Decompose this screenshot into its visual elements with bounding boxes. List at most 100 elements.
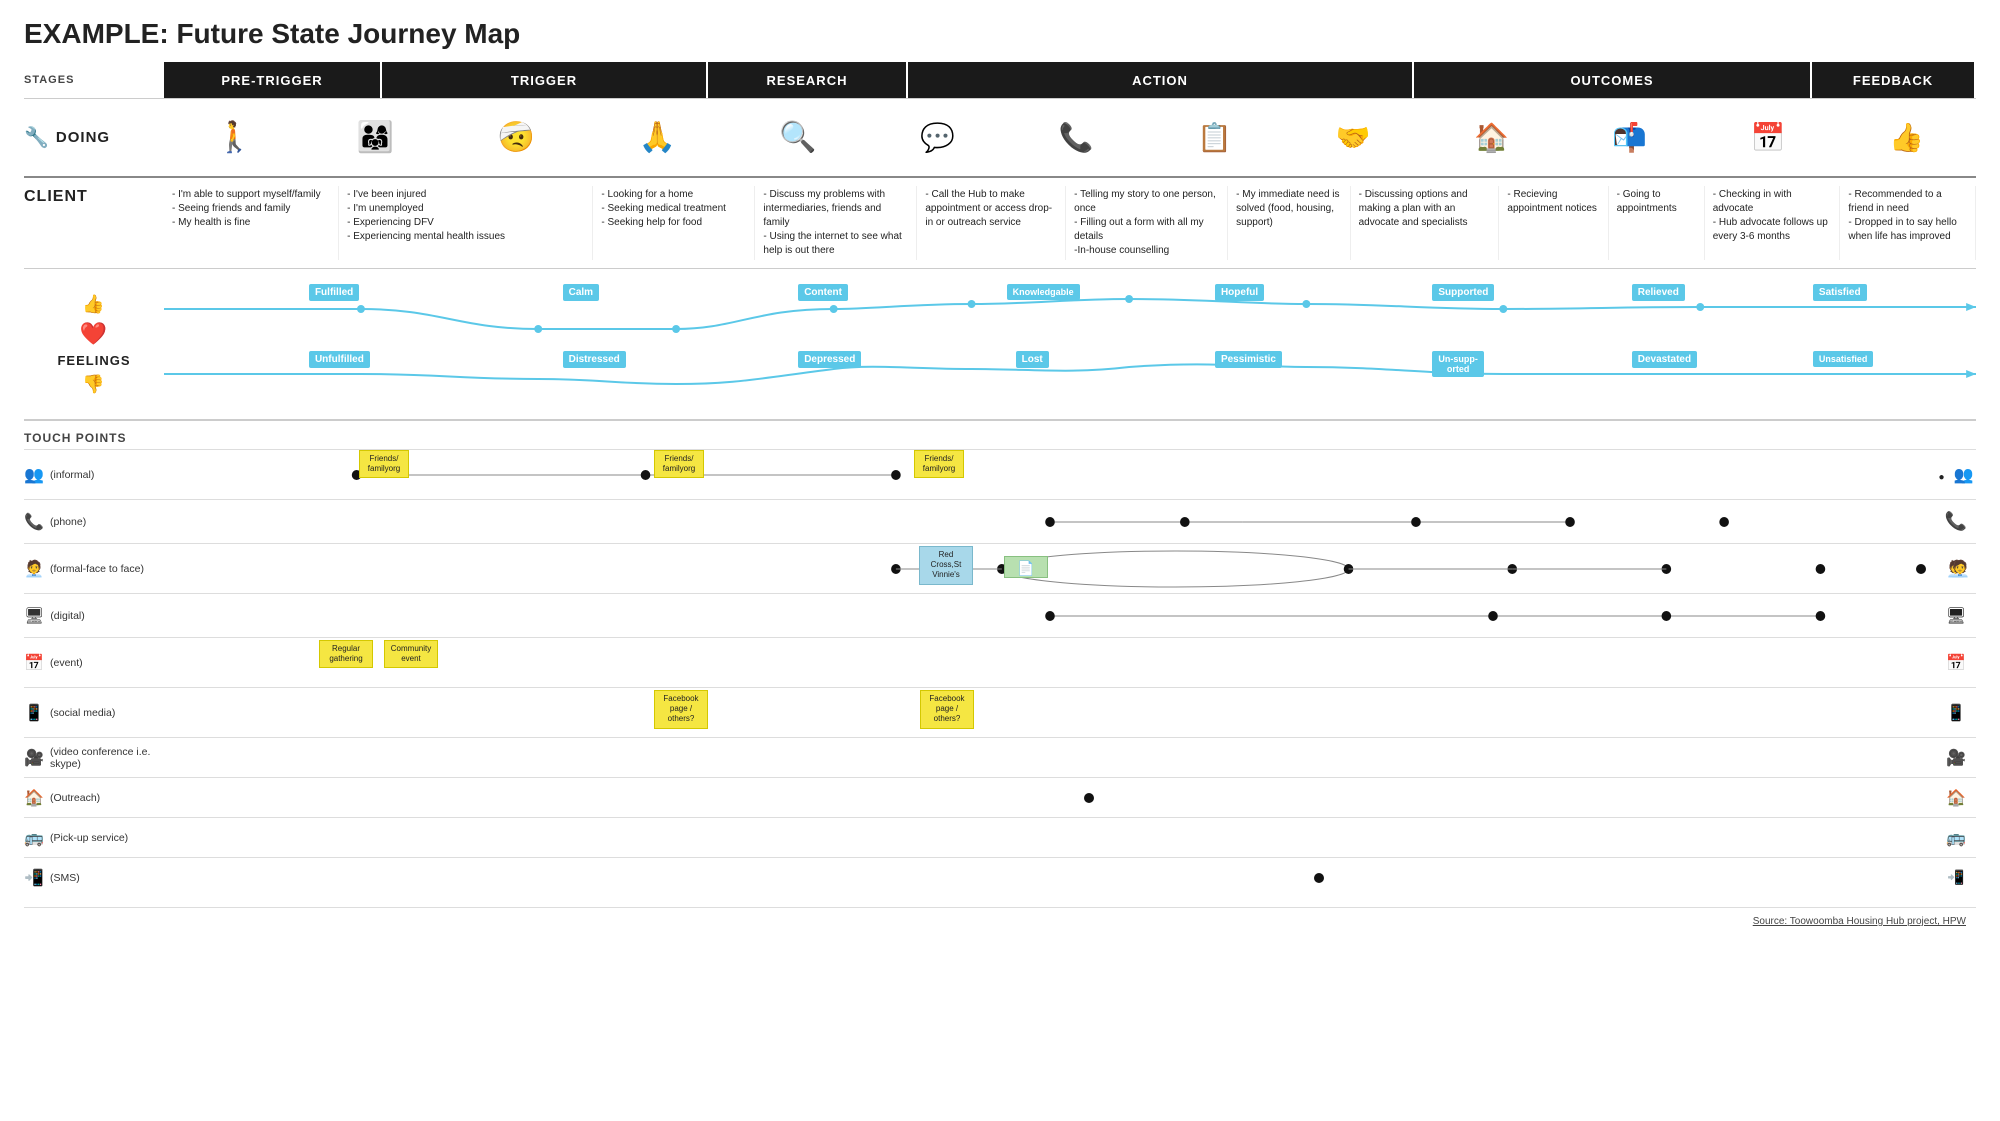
- sticky-community: Communityevent: [384, 640, 438, 669]
- client-cell-discussing: - Discussing options and making a plan w…: [1351, 186, 1500, 260]
- source-text: Source: Toowoomba Housing Hub project, H…: [1753, 916, 1966, 927]
- wrench-icon: 🔧: [24, 125, 50, 150]
- feeling-content: Content: [798, 284, 848, 301]
- pickup-right-icon: 🚌: [1936, 828, 1976, 848]
- feeling-knowledgable: Knowledgable: [1007, 284, 1080, 300]
- informal-label: 👥 (informal): [24, 461, 164, 489]
- touchpoint-event: 📅 (event) Regulargathering Communityeven…: [24, 637, 1976, 687]
- outreach-icon: 🏠: [24, 788, 44, 808]
- pickup-icon: 🚌: [24, 828, 44, 848]
- phone-right-icon: 📞: [1936, 511, 1976, 532]
- touchpoint-digital: 🖥 (digital) 🖥: [24, 593, 1976, 637]
- client-label: CLIENT: [24, 186, 164, 206]
- stage-research: RESEARCH: [708, 62, 908, 98]
- phone-text: (phone): [50, 516, 86, 528]
- client-cell-pre-trigger: - I'm able to support myself/family - Se…: [164, 186, 339, 260]
- client-cell-checkin: - Checking in with advocate - Hub advoca…: [1705, 186, 1841, 260]
- sticky-regular: Regulargathering: [319, 640, 373, 669]
- event-area: Regulargathering Communityevent: [164, 638, 1936, 688]
- formal-text: (formal-face to face): [50, 563, 144, 575]
- sticky-friends1: Friends/familyorg: [359, 450, 409, 479]
- video-icon: 🎥: [24, 748, 44, 768]
- digital-text: (digital): [50, 610, 84, 622]
- touchpoint-sms: 📲 (SMS) 📲: [24, 857, 1976, 897]
- video-text: (video conference i.e. skype): [50, 746, 164, 770]
- feeling-unfulfilled: Unfulfilled: [309, 351, 370, 368]
- digital-svg: [164, 594, 1936, 638]
- event-right-icon: 📅: [1936, 653, 1976, 673]
- outreach-label: 🏠 (Outreach): [24, 784, 164, 812]
- feeling-devastated: Devastated: [1632, 351, 1697, 368]
- video-right-icon: 🎥: [1936, 748, 1976, 768]
- doing-icons: 🚶 👨‍👩‍👧 🤕 🙏 🔍 💬 📞 📋 🤝 🏠 📬 📅 👍: [164, 120, 1976, 155]
- touchpoint-pickup: 🚌 (Pick-up service) 🚌: [24, 817, 1976, 857]
- feeling-distressed: Distressed: [563, 351, 626, 368]
- client-cell-receiving: - Recieving appointment notices: [1499, 186, 1608, 260]
- pickup-text: (Pick-up service): [50, 832, 128, 844]
- touchpoints-title: TOUCH POINTS: [24, 425, 1976, 449]
- feeling-satisfied: Satisfied: [1813, 284, 1867, 301]
- sticky-fb2: Facebookpage /others?: [920, 690, 974, 729]
- page-title: EXAMPLE: Future State Journey Map: [24, 18, 1976, 50]
- phone-area: [164, 500, 1936, 544]
- digital-area: [164, 594, 1936, 638]
- client-cell-recommended: - Recommended to a friend in need - Drop…: [1840, 186, 1976, 260]
- touchpoint-outreach: 🏠 (Outreach) 🏠: [24, 777, 1976, 817]
- stage-pre-trigger: PRE-TRIGGER: [164, 62, 382, 98]
- feeling-fulfilled: Fulfilled: [309, 284, 359, 301]
- doing-label: 🔧 DOING: [24, 125, 164, 150]
- stage-feedback: FEEDBACK: [1812, 62, 1976, 98]
- sticky-friends2: Friends/familyorg: [654, 450, 704, 479]
- informal-text: (informal): [50, 469, 94, 481]
- phone-svg: [164, 500, 1936, 544]
- phone-icon: 📞: [24, 512, 44, 532]
- house-check-icon: 🏠: [1474, 121, 1509, 154]
- informal-area: Friends/familyorg Friends/familyorg Frie…: [164, 450, 1936, 500]
- outreach-text: (Outreach): [50, 792, 100, 804]
- stage-outcomes: OUTCOMES: [1414, 62, 1812, 98]
- feelings-row: 👍 ❤️ FEELINGS 👎: [24, 279, 1976, 409]
- meeting-icon: 🤝: [1336, 121, 1371, 154]
- search-person-icon: 🔍: [779, 120, 816, 155]
- feeling-hopeful: Hopeful: [1215, 284, 1264, 301]
- sms-label: 📲 (SMS): [24, 864, 164, 892]
- digital-label: 🖥 (digital): [24, 602, 164, 630]
- sticky-redcross: RedCross,StVinnie's: [919, 546, 973, 585]
- outreach-area: [164, 778, 1936, 818]
- stages-label: STAGES: [24, 62, 164, 98]
- formal-icon: 🧑‍💼: [24, 559, 44, 579]
- feeling-lost: Lost: [1016, 351, 1049, 368]
- source-line: Source: Toowoomba Housing Hub project, H…: [24, 907, 1976, 927]
- thumbs-up-icon: 👍: [82, 294, 105, 315]
- feelings-text: FEELINGS: [57, 353, 130, 368]
- informal-right-icon: ● 👥: [1936, 464, 1976, 485]
- tp-dot-outreach: [1084, 793, 1094, 803]
- formal-right-icon2: 🧑‍💼: [1950, 559, 1970, 579]
- stage-action: ACTION: [908, 62, 1414, 98]
- social-icon: 📱: [24, 703, 44, 723]
- sticky-document: 📄: [1004, 556, 1048, 578]
- feelings-section: 👍 ❤️ FEELINGS 👎: [24, 269, 1976, 421]
- tp-dot-right-formal: [1916, 564, 1926, 574]
- touchpoint-phone: 📞 (phone) 📞: [24, 499, 1976, 543]
- phone-label: 📞 (phone): [24, 508, 164, 536]
- feeling-calm: Calm: [563, 284, 599, 301]
- feedback-icon: 👍: [1889, 121, 1924, 154]
- touchpoint-formal: 🧑‍💼 (formal-face to face) Red: [24, 543, 1976, 593]
- client-cell-telling: - Telling my story to one person, once -…: [1066, 186, 1228, 260]
- client-cell-immediate: - My immediate need is solved (food, hou…: [1228, 186, 1350, 260]
- stage-trigger: TRIGGER: [382, 62, 708, 98]
- touchpoint-social: 📱 (social media) Facebookpage /others? F…: [24, 687, 1976, 737]
- touchpoint-video: 🎥 (video conference i.e. skype) 🎥: [24, 737, 1976, 777]
- informal-icon: 👥: [24, 465, 44, 485]
- form-icon: 📋: [1197, 121, 1232, 154]
- injured-icon: 🤕: [498, 120, 535, 155]
- event-text: (event): [50, 657, 83, 669]
- feeling-supported: Supported: [1432, 284, 1494, 301]
- phone-call-icon: 📞: [1059, 121, 1094, 154]
- heart-icon: ❤️: [80, 321, 108, 347]
- thumbs-down-icon: 👎: [82, 374, 105, 395]
- feeling-pessimistic: Pessimistic: [1215, 351, 1282, 368]
- calendar-icon: 📅: [1751, 121, 1786, 154]
- client-cell-trigger: - I've been injured - I'm unemployed - E…: [339, 186, 593, 260]
